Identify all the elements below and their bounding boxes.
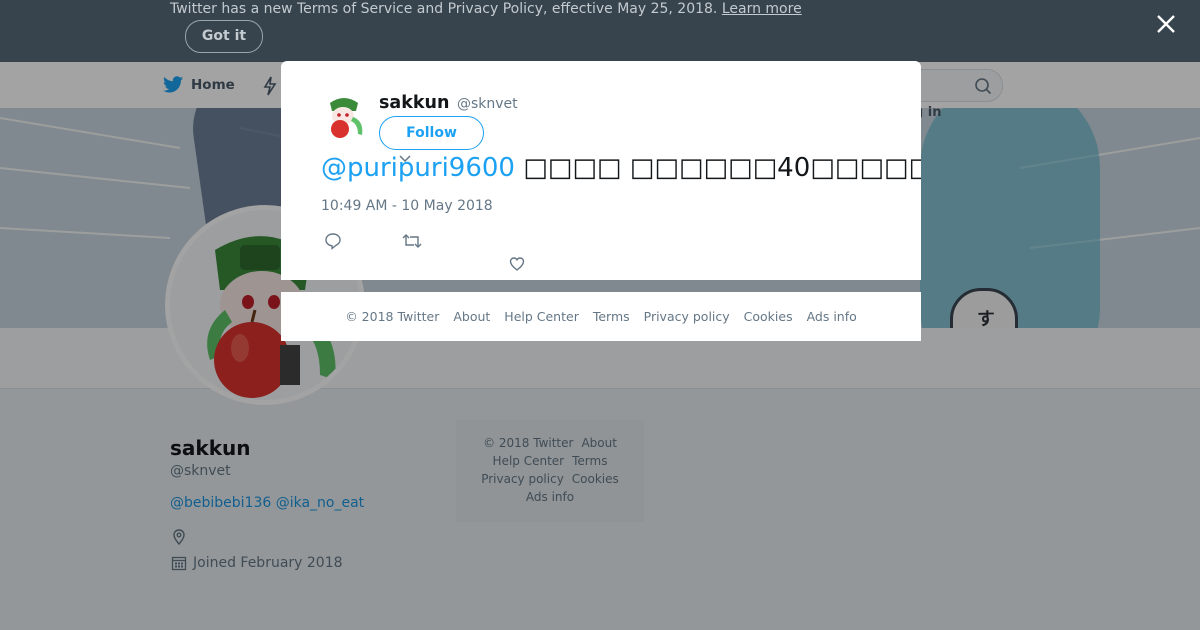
- retweet-icon[interactable]: [402, 232, 422, 250]
- tweet-body: □□□□ □□□□□□40□□□□□□□□□□□□□□□□□□□□□□□□□□□…: [523, 153, 921, 183]
- follow-button[interactable]: Follow: [379, 116, 484, 150]
- modal-footer: © 2018 Twitter About Help Center Terms P…: [281, 292, 921, 341]
- modal-footer-ads-info[interactable]: Ads info: [807, 309, 857, 324]
- modal-footer-terms[interactable]: Terms: [593, 309, 630, 324]
- banner-text: Twitter has a new Terms of Service and P…: [170, 1, 718, 17]
- tweet-author-name[interactable]: sakkun: [379, 93, 449, 113]
- tweet-mention[interactable]: @puripuri9600: [321, 153, 515, 183]
- modal-footer-copyright[interactable]: © 2018 Twitter: [345, 309, 439, 324]
- tweet-modal: sakkun @sknvet Follow @puripuri9600 □□□□…: [281, 61, 921, 280]
- tweet-author-handle[interactable]: @sknvet: [457, 96, 518, 112]
- close-icon[interactable]: [1154, 12, 1178, 36]
- modal-footer-help-center[interactable]: Help Center: [504, 309, 579, 324]
- modal-footer-privacy[interactable]: Privacy policy: [644, 309, 730, 324]
- modal-footer-about[interactable]: About: [453, 309, 490, 324]
- tweet-avatar[interactable]: [320, 91, 368, 139]
- got-it-button[interactable]: Got it: [185, 20, 263, 53]
- reply-icon[interactable]: [324, 232, 342, 250]
- learn-more-link[interactable]: Learn more: [722, 1, 802, 17]
- terms-banner: Twitter has a new Terms of Service and P…: [0, 0, 1200, 62]
- banner-message: Twitter has a new Terms of Service and P…: [170, 1, 802, 17]
- tweet-timestamp[interactable]: 10:49 AM - 10 May 2018: [321, 198, 493, 214]
- caret-down-icon[interactable]: [398, 154, 412, 164]
- heart-icon[interactable]: [509, 256, 525, 272]
- modal-footer-cookies[interactable]: Cookies: [744, 309, 793, 324]
